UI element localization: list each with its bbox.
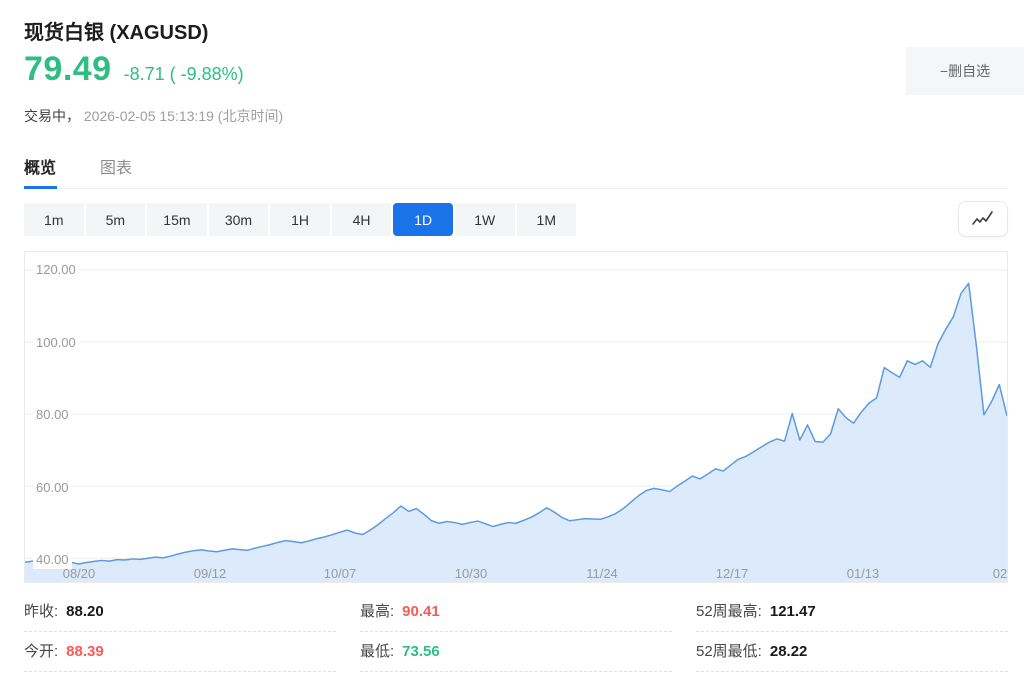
- chart-canvas: [25, 252, 1007, 582]
- period-button-1D[interactable]: 1D: [393, 203, 453, 236]
- x-axis-label: 11/24: [586, 566, 618, 581]
- stat-open: 今开:88.39: [24, 632, 336, 672]
- quote-page: 现货白银 (XAGUSD) 79.49 -8.71 ( -9.88%) 交易中，…: [0, 0, 1024, 683]
- status-row: 交易中， 2026-02-05 15:13:19 (北京时间): [24, 106, 283, 126]
- stat-prev-close: 昨收:88.20: [24, 592, 336, 632]
- stat-low: 最低:73.56: [360, 632, 672, 672]
- active-tab-indicator: [24, 186, 57, 189]
- line-chart-icon: [971, 210, 995, 228]
- x-axis-label: 10/07: [324, 566, 357, 581]
- stats-column: 最高:90.41 最低:73.56: [360, 592, 672, 672]
- tab-chart[interactable]: 图表: [100, 154, 132, 192]
- y-axis-label: 60.00: [33, 479, 72, 497]
- x-axis-label: 02/05: [993, 566, 1008, 581]
- period-button-1W[interactable]: 1W: [455, 203, 515, 236]
- period-button-1H[interactable]: 1H: [270, 203, 330, 236]
- x-axis-label: 01/13: [847, 566, 880, 581]
- period-button-5m[interactable]: 5m: [86, 203, 146, 236]
- price-chart[interactable]: 40.0060.0080.00100.00120.0008/2009/1210/…: [24, 251, 1008, 583]
- period-button-1m[interactable]: 1m: [24, 203, 84, 236]
- stat-high: 最高:90.41: [360, 592, 672, 632]
- price-row: 79.49 -8.71 ( -9.88%): [24, 50, 244, 89]
- stats-column: 52周最高:121.47 52周最低:28.22: [696, 592, 1008, 672]
- chart-style-button[interactable]: [958, 201, 1008, 237]
- stats-column: 昨收:88.20 今开:88.39: [24, 592, 336, 672]
- x-axis-label: 09/12: [194, 566, 227, 581]
- period-button-1M[interactable]: 1M: [517, 203, 577, 236]
- x-axis-label: 08/20: [63, 566, 96, 581]
- quote-stats: 昨收:88.20 今开:88.39 最高:90.41 最低:73.56 52周最…: [24, 592, 1008, 672]
- period-button-15m[interactable]: 15m: [147, 203, 207, 236]
- period-selector: 1m5m15m30m1H4H1D1W1M: [24, 203, 576, 236]
- tab-bar-divider: [24, 188, 1008, 189]
- y-axis-label: 80.00: [33, 406, 72, 424]
- y-axis-label: 100.00: [33, 334, 79, 352]
- period-button-30m[interactable]: 30m: [209, 203, 269, 236]
- instrument-title: 现货白银 (XAGUSD): [24, 16, 208, 45]
- remove-watchlist-button[interactable]: −删自选: [906, 47, 1024, 95]
- price-change: -8.71 ( -9.88%): [124, 64, 244, 85]
- last-price: 79.49: [24, 50, 112, 89]
- y-axis-label: 120.00: [33, 261, 79, 279]
- stat-52w-low: 52周最低:28.22: [696, 632, 1008, 672]
- trading-status: 交易中，: [24, 108, 80, 124]
- period-button-4H[interactable]: 4H: [332, 203, 392, 236]
- quote-timestamp: 2026-02-05 15:13:19 (北京时间): [84, 108, 283, 124]
- x-axis-label: 10/30: [455, 566, 488, 581]
- x-axis-label: 12/17: [716, 566, 749, 581]
- stat-52w-high: 52周最高:121.47: [696, 592, 1008, 632]
